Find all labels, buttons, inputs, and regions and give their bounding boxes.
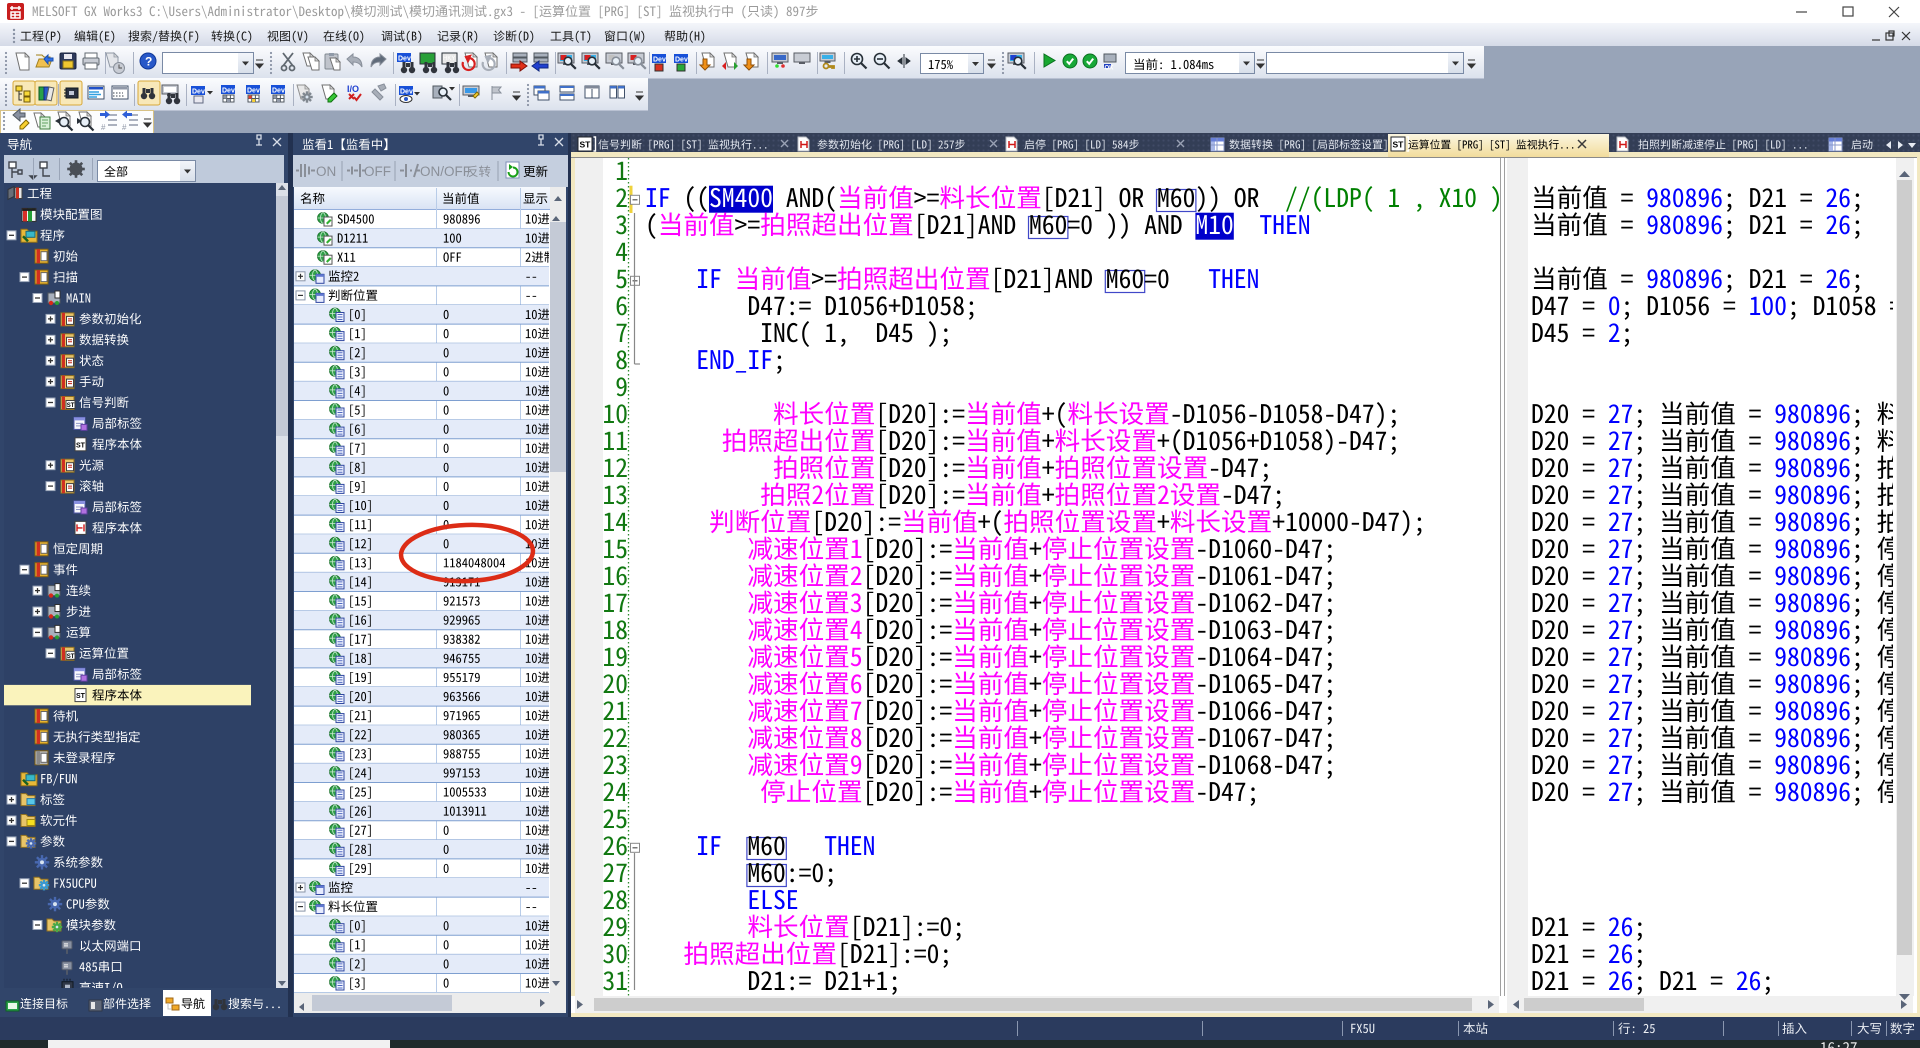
svg-text:I/O: I/O <box>347 84 359 94</box>
svg-text:Dev: Dev <box>192 89 205 96</box>
svg-text:HKY: HKY <box>443 56 455 62</box>
svg-text:Dev: Dev <box>653 57 666 64</box>
svg-text:?: ? <box>145 55 152 69</box>
svg-text:ON/OFF: ON/OFF <box>420 164 471 179</box>
svg-text:Dev: Dev <box>222 88 235 95</box>
svg-text:#: # <box>122 123 127 132</box>
svg-text:ON: ON <box>316 164 336 179</box>
svg-text:ST: ST <box>67 403 75 409</box>
svg-text:Dev: Dev <box>400 89 413 96</box>
svg-text:Dev: Dev <box>675 57 688 64</box>
svg-text:#: # <box>101 123 106 132</box>
svg-text:ST: ST <box>1393 140 1405 150</box>
svg-text:ST: ST <box>76 442 86 449</box>
svg-text:OK: OK <box>1105 66 1115 72</box>
svg-text:ST: ST <box>580 140 592 150</box>
svg-text:Dev: Dev <box>272 88 285 95</box>
svg-text:ST: ST <box>76 693 86 700</box>
svg-text:Dev: Dev <box>398 56 411 63</box>
svg-text:OFF: OFF <box>364 164 391 179</box>
svg-text:Dev: Dev <box>247 88 260 95</box>
svg-text:ST: ST <box>67 654 75 660</box>
